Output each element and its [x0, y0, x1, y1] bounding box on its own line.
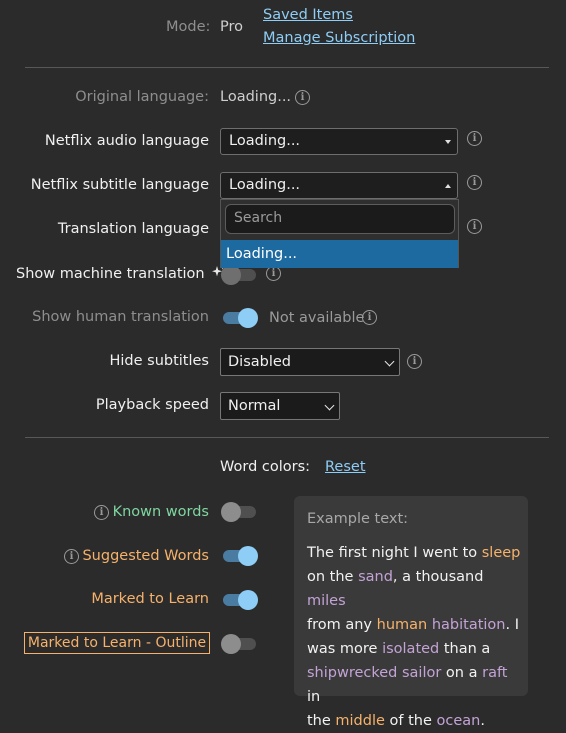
netflix-subtitle-language-value: Loading... [229, 177, 301, 193]
info-icon[interactable]: i [94, 505, 109, 520]
example-word: the [307, 713, 336, 729]
chevron-down-icon [324, 400, 335, 411]
netflix-audio-language-value: Loading... [229, 133, 301, 149]
netflix-subtitle-language-label: Netflix subtitle language [30, 177, 209, 193]
marked-to-learn-outline-toggle[interactable] [221, 634, 257, 654]
toggle-knob [221, 502, 241, 522]
info-icon[interactable]: i [407, 354, 422, 369]
manage-subscription-link[interactable]: Manage Subscription [263, 30, 415, 46]
example-word: human [376, 617, 428, 633]
info-icon[interactable]: i [467, 131, 482, 146]
example-word: habitation [431, 617, 506, 633]
marked-to-learn-label: Marked to Learn [91, 591, 209, 607]
translation-language-label: Translation language [57, 221, 209, 237]
marked-to-learn-outline-label: Marked to Learn - Outline [24, 632, 210, 654]
human-translation-status: Not available [269, 310, 365, 326]
info-icon[interactable]: i [266, 266, 281, 281]
example-word: , a thousand [392, 569, 484, 585]
netflix-subtitle-language-select[interactable]: Loading... [220, 172, 458, 199]
example-word: . [480, 713, 485, 729]
example-word: on the [307, 569, 359, 585]
show-machine-translation-text: Show machine translation [16, 266, 205, 282]
info-icon[interactable]: i [64, 549, 79, 564]
example-title: Example text: [307, 511, 409, 527]
show-human-translation-label: Show human translation [32, 309, 209, 325]
toggle-knob [238, 308, 258, 328]
toggle-knob [238, 590, 258, 610]
subtitle-language-dropdown: Search Loading... [220, 199, 459, 268]
playback-speed-label: Playback speed [95, 397, 209, 413]
caret-down-icon [445, 140, 451, 144]
example-word: ocean [436, 713, 481, 729]
playback-speed-select[interactable]: Normal [220, 392, 340, 420]
example-word: isolated [382, 641, 440, 657]
reset-link[interactable]: Reset [325, 459, 366, 475]
info-icon[interactable]: i [467, 219, 482, 234]
playback-speed-value: Normal [228, 398, 281, 414]
word-colors-label: Word colors: [220, 459, 311, 475]
example-text-panel: Example text: The first night I went to … [294, 496, 528, 729]
example-word: on a [441, 665, 483, 681]
mode-label: Mode: [166, 19, 211, 35]
example-word: . I [505, 617, 519, 633]
example-word: than a [439, 641, 491, 657]
example-word: from any [307, 617, 377, 633]
marked-to-learn-toggle[interactable] [222, 590, 258, 610]
example-word: sleep [481, 545, 521, 561]
saved-items-link[interactable]: Saved Items [263, 7, 353, 23]
mode-value: Pro [220, 19, 244, 35]
info-icon[interactable]: i [467, 175, 482, 190]
toggle-knob [221, 265, 241, 285]
show-human-translation-toggle[interactable] [222, 308, 258, 328]
hide-subtitles-select[interactable]: Disabled [220, 348, 400, 376]
example-word: was more [307, 641, 383, 657]
example-word: sand [358, 569, 393, 585]
show-machine-translation-toggle[interactable] [221, 265, 257, 285]
chevron-down-icon [384, 356, 395, 367]
dropdown-option[interactable]: Loading... [221, 240, 458, 268]
example-word: of the [384, 713, 437, 729]
caret-up-icon [445, 184, 451, 188]
show-machine-translation-label: Show machine translation [16, 265, 225, 282]
original-language-label: Original language: [75, 89, 209, 105]
known-words-toggle[interactable] [221, 502, 257, 522]
example-word: middle [335, 713, 385, 729]
example-body: The first night I went to sleep on the s… [307, 541, 521, 733]
divider [25, 437, 549, 438]
hide-subtitles-value: Disabled [228, 354, 291, 370]
dropdown-search-input[interactable]: Search [225, 204, 455, 234]
info-icon[interactable]: i [295, 90, 310, 105]
info-icon[interactable]: i [362, 310, 377, 325]
example-word: The first night I went to [307, 545, 482, 561]
netflix-audio-language-select[interactable]: Loading... [220, 128, 458, 155]
known-words-label: Known words [112, 504, 209, 520]
original-language-value: Loading... [220, 89, 292, 105]
toggle-knob [238, 546, 258, 566]
suggested-words-toggle[interactable] [222, 546, 258, 566]
netflix-audio-language-label: Netflix audio language [44, 133, 209, 149]
toggle-knob [221, 634, 241, 654]
divider [25, 67, 549, 68]
example-word: raft [482, 665, 508, 681]
example-word: miles [307, 593, 346, 609]
suggested-words-label: Suggested Words [82, 548, 209, 564]
example-word: in [307, 689, 321, 705]
example-word: shipwrecked sailor [307, 665, 442, 681]
hide-subtitles-label: Hide subtitles [109, 353, 209, 369]
